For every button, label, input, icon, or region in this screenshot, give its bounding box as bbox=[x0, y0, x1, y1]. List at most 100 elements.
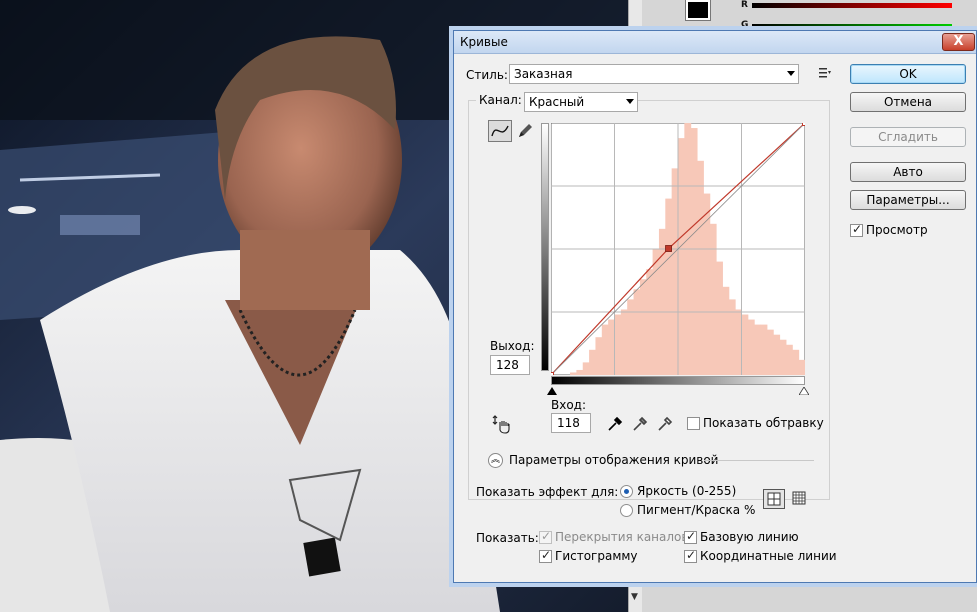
radio-pigment[interactable] bbox=[620, 504, 633, 517]
channel-value: Красный bbox=[529, 95, 585, 109]
cancel-button[interactable]: Отмена bbox=[850, 92, 966, 112]
smooth-button[interactable]: Сгладить bbox=[850, 127, 966, 147]
input-gradient-bar bbox=[551, 376, 805, 385]
chevron-down-icon bbox=[787, 71, 795, 76]
red-slider-label: R bbox=[741, 0, 748, 10]
curve-graph-area[interactable] bbox=[548, 120, 808, 378]
auto-button[interactable]: Авто bbox=[850, 162, 966, 182]
white-point-slider[interactable] bbox=[798, 384, 810, 398]
intersection-line-label: Координатные линии bbox=[700, 549, 837, 563]
gray-point-eyedropper[interactable] bbox=[631, 415, 649, 436]
preview-checkbox[interactable] bbox=[850, 222, 863, 237]
style-label: Стиль: bbox=[466, 68, 508, 82]
histogram-bar bbox=[760, 324, 768, 375]
baseline-checkbox[interactable] bbox=[684, 529, 697, 544]
eyedropper-white-icon bbox=[658, 416, 673, 431]
histogram-bar bbox=[773, 334, 781, 375]
histogram-bar bbox=[741, 314, 749, 375]
ok-button[interactable]: OK bbox=[850, 64, 966, 84]
histogram-bar bbox=[601, 324, 609, 375]
curve-tool-icon bbox=[491, 125, 509, 137]
curve-endpoint bbox=[802, 120, 808, 126]
curve-endpoint bbox=[548, 372, 554, 378]
histogram-bar bbox=[576, 369, 584, 375]
histogram-bar bbox=[658, 228, 666, 375]
style-dropdown[interactable]: Заказная bbox=[509, 64, 799, 84]
black-triangle-icon bbox=[547, 387, 557, 395]
scroll-down-arrow-icon[interactable]: ▼ bbox=[631, 592, 638, 602]
histogram-bar bbox=[614, 314, 622, 375]
histogram-bar bbox=[728, 299, 736, 375]
curves-chart[interactable] bbox=[548, 120, 808, 378]
green-slider-label: G bbox=[741, 20, 749, 30]
histogram-bar bbox=[716, 261, 723, 375]
histogram-bar bbox=[722, 286, 730, 375]
histogram-bar bbox=[735, 309, 742, 375]
pencil-tool[interactable] bbox=[516, 122, 534, 143]
options-button[interactable]: Параметры... bbox=[850, 190, 966, 210]
eyedropper-black-icon bbox=[608, 416, 623, 431]
histogram-bar bbox=[608, 319, 615, 375]
close-button[interactable]: X bbox=[942, 33, 975, 51]
curve-points-tool[interactable] bbox=[488, 120, 512, 142]
style-value: Заказная bbox=[514, 67, 573, 81]
hand-adjust-icon bbox=[492, 415, 510, 434]
histogram-bar bbox=[766, 329, 774, 375]
show-clipping-label: Показать обтравку bbox=[703, 416, 824, 430]
histogram-bar bbox=[665, 198, 673, 375]
baseline-label: Базовую линию bbox=[700, 530, 799, 544]
green-slider[interactable] bbox=[752, 24, 952, 29]
chevron-down-icon bbox=[626, 99, 634, 104]
histogram-bar bbox=[747, 319, 755, 375]
close-icon: X bbox=[953, 34, 964, 49]
histogram-bar bbox=[589, 349, 596, 375]
channel-dropdown[interactable]: Красный bbox=[524, 92, 638, 112]
output-field[interactable]: 128 bbox=[490, 355, 530, 375]
output-gradient-bar bbox=[541, 123, 549, 371]
histogram-bar bbox=[639, 279, 647, 375]
show-label: Показать: bbox=[476, 531, 539, 545]
histogram-bar bbox=[792, 349, 800, 375]
target-adjustment-tool[interactable] bbox=[492, 414, 512, 437]
histogram-bar bbox=[595, 337, 603, 375]
grid-4-icon bbox=[767, 492, 781, 506]
simple-grid-button[interactable] bbox=[763, 489, 785, 509]
histogram-bar bbox=[633, 289, 641, 375]
dialog-titlebar[interactable]: Кривые X bbox=[454, 31, 976, 54]
channel-label: Канал: bbox=[476, 93, 525, 107]
options-divider bbox=[704, 460, 814, 461]
histogram-bar bbox=[627, 299, 635, 375]
input-field[interactable]: 118 bbox=[551, 413, 591, 433]
white-point-eyedropper[interactable] bbox=[656, 415, 674, 436]
black-point-slider[interactable] bbox=[547, 384, 557, 398]
foreground-color-swatch[interactable] bbox=[685, 0, 711, 21]
show-amount-label: Показать эффект для: bbox=[476, 485, 619, 499]
curve-control-point[interactable] bbox=[665, 245, 672, 252]
show-clipping-checkbox[interactable] bbox=[687, 417, 700, 430]
curves-dialog: Кривые X Стиль: Заказная OK Отмена Сглад… bbox=[453, 30, 977, 583]
histogram-bar bbox=[690, 128, 698, 375]
histogram-label: Гистограмму bbox=[555, 549, 638, 563]
histogram-checkbox[interactable] bbox=[539, 548, 552, 563]
channel-overlays-checkbox[interactable] bbox=[539, 529, 552, 544]
histogram-bar bbox=[785, 344, 793, 375]
radio-light-label: Яркость (0-255) bbox=[637, 484, 737, 498]
histogram-bar bbox=[697, 160, 704, 375]
output-label: Выход: bbox=[490, 339, 535, 353]
black-point-eyedropper[interactable] bbox=[606, 415, 624, 436]
white-triangle-icon bbox=[798, 386, 810, 396]
double-chevron-up-icon: ︽ bbox=[490, 455, 500, 465]
histogram-bar bbox=[671, 168, 679, 375]
detailed-grid-button[interactable] bbox=[789, 489, 811, 509]
radio-light[interactable] bbox=[620, 485, 633, 498]
histogram-bar bbox=[779, 339, 787, 375]
radio-pigment-label: Пигмент/Краска % bbox=[637, 503, 756, 517]
intersection-line-checkbox[interactable] bbox=[684, 548, 697, 563]
dialog-title: Кривые bbox=[460, 35, 508, 49]
preview-label: Просмотр bbox=[866, 223, 928, 237]
preset-options-icon[interactable] bbox=[818, 66, 832, 83]
red-slider[interactable] bbox=[752, 3, 952, 8]
histogram-bar bbox=[620, 309, 628, 375]
channel-overlays-label: Перекрытия каналов bbox=[555, 530, 689, 544]
collapse-options-button[interactable]: ︽ bbox=[488, 453, 503, 468]
